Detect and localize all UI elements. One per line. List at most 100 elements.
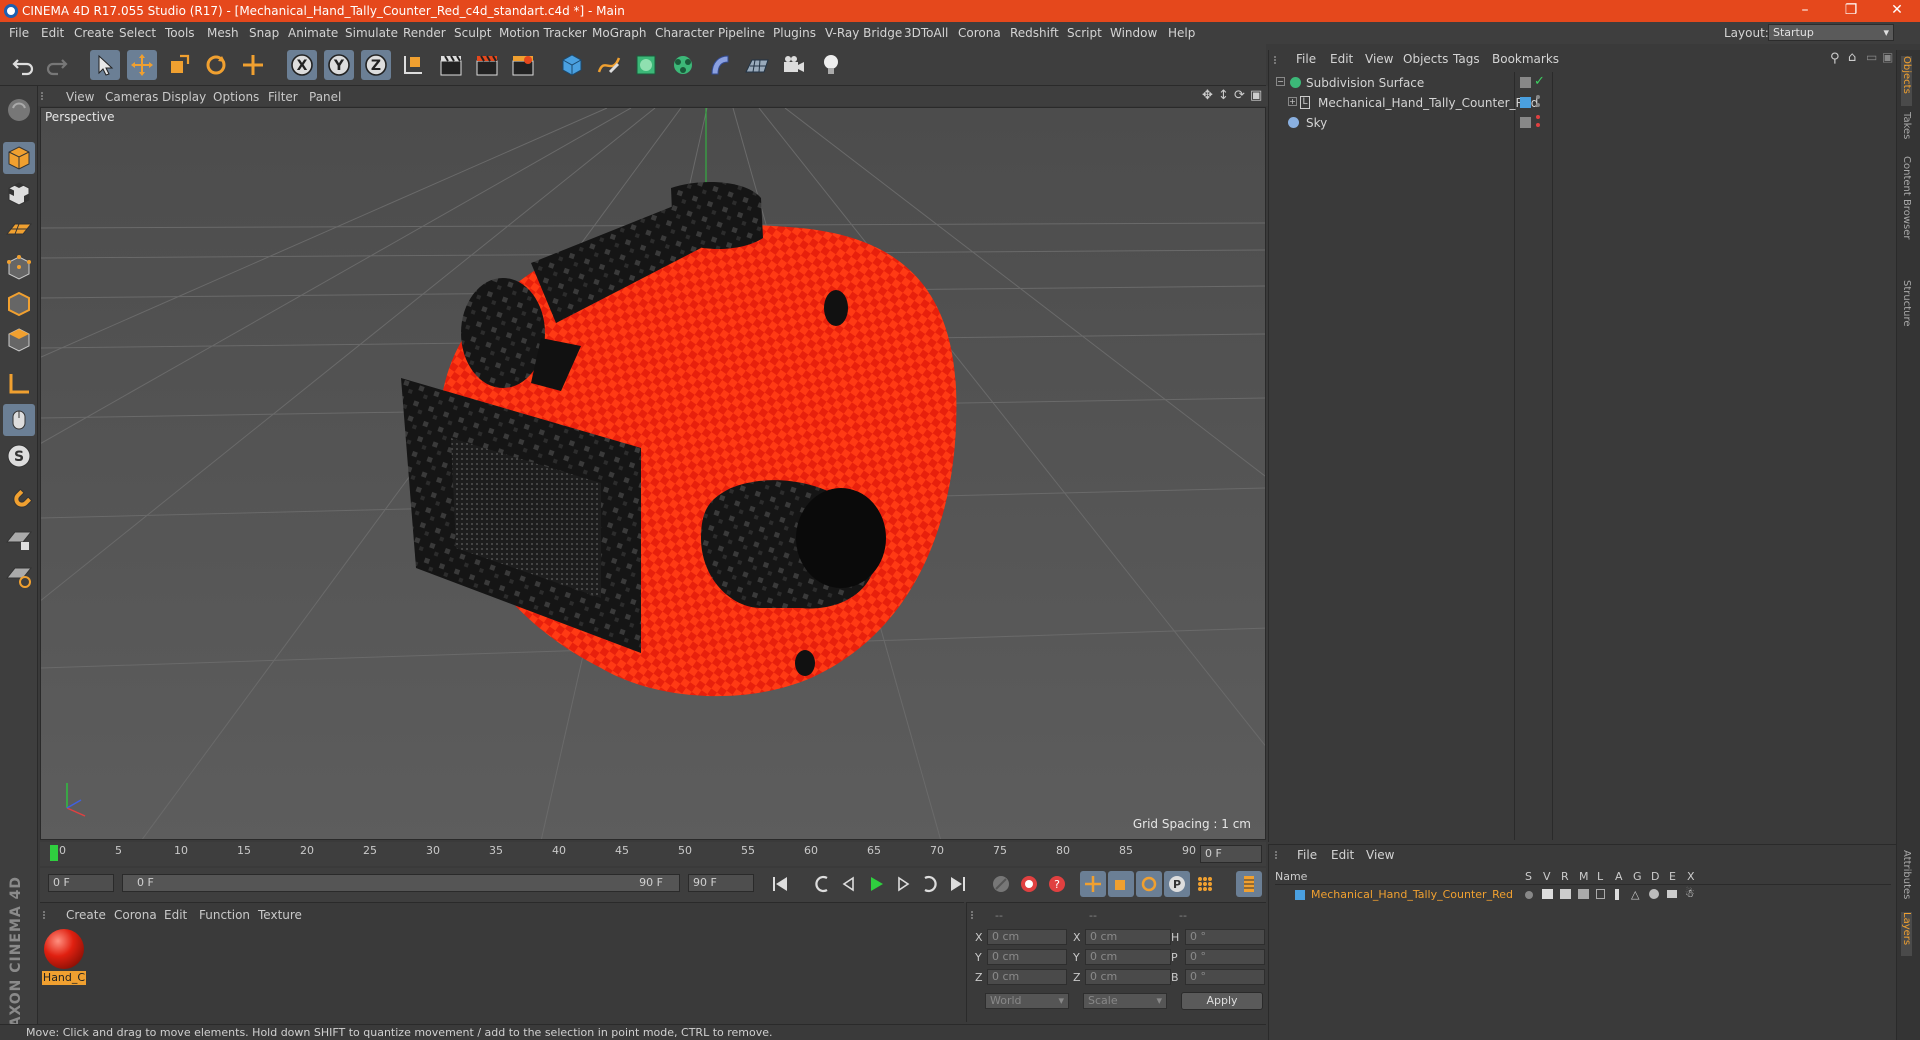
timeline-playhead[interactable] [50, 845, 58, 861]
cube-primitive-button[interactable] [557, 50, 587, 80]
timeline-window-button[interactable] [1236, 871, 1262, 897]
menu-create[interactable]: Create [74, 26, 114, 40]
menu-plugins[interactable]: Plugins [773, 26, 816, 40]
scale-key-button[interactable] [1108, 871, 1134, 897]
mat-menu-edit[interactable]: Edit [164, 908, 187, 922]
generator-toggle-icon[interactable]: △ [1631, 888, 1639, 901]
rotate-tool-button[interactable] [201, 50, 231, 80]
render-dot-icon[interactable] [1536, 103, 1540, 107]
floor-button[interactable] [742, 50, 772, 80]
viewport-move-icon[interactable]: ✥ [1202, 88, 1213, 103]
z-axis-lock-button[interactable]: Z [361, 50, 391, 80]
home-icon[interactable]: ⌂ [1848, 50, 1856, 65]
position-y-field[interactable]: 0 cm [987, 949, 1067, 965]
material-swatch[interactable]: Hand_C [42, 927, 86, 985]
obj-menu-edit[interactable]: Edit [1330, 52, 1353, 66]
size-z-field[interactable]: 0 cm [1085, 969, 1171, 985]
menu-animate[interactable]: Animate [288, 26, 338, 40]
snapping-button[interactable] [3, 486, 35, 518]
edges-mode-button[interactable] [3, 288, 35, 320]
expression-toggle-icon[interactable] [1667, 890, 1677, 898]
deformer-button[interactable] [705, 50, 735, 80]
menu-character[interactable]: Character [655, 26, 714, 40]
apply-button[interactable]: Apply [1181, 992, 1263, 1010]
render-dot-icon[interactable] [1536, 123, 1540, 127]
keyframe-selection-button[interactable]: ? [1044, 871, 1070, 897]
point-level-animation-button[interactable] [1192, 871, 1218, 897]
maximize-panel-icon[interactable]: ▣ [1882, 50, 1893, 64]
camera-button[interactable] [779, 50, 809, 80]
previous-frame-button[interactable] [836, 871, 862, 897]
menu-snap[interactable]: Snap [249, 26, 279, 40]
minimize-button[interactable]: – [1782, 0, 1828, 22]
previous-key-button[interactable] [809, 871, 835, 897]
menu-mograph[interactable]: MoGraph [592, 26, 647, 40]
subdivision-surface-button[interactable] [631, 50, 661, 80]
render-picture-viewer-button[interactable] [472, 50, 502, 80]
layer-menu-file[interactable]: File [1297, 848, 1317, 862]
viewport-rotate-icon[interactable]: ⟳ [1234, 88, 1245, 103]
rotation-h-field[interactable]: 0 ° [1185, 929, 1265, 945]
tab-attributes[interactable]: Attributes [1901, 850, 1912, 910]
menu-edit[interactable]: Edit [41, 26, 64, 40]
tab-layers[interactable]: Layers [1901, 912, 1912, 956]
render-settings-button[interactable] [508, 50, 538, 80]
layer-menu-edit[interactable]: Edit [1331, 848, 1354, 862]
visibility-dot-icon[interactable] [1536, 95, 1540, 99]
expand-icon[interactable]: + [1288, 97, 1297, 106]
search-icon[interactable]: ⚲ [1830, 51, 1840, 66]
current-frame-field[interactable]: 0 F [1200, 845, 1262, 863]
make-editable-button[interactable] [3, 94, 35, 126]
layer-row[interactable]: Mechanical_Hand_Tally_Counter_Red △ ☃ [1275, 887, 1891, 903]
coordinate-mode-select[interactable]: World ▾ [985, 993, 1069, 1009]
enable-axis-button[interactable] [3, 368, 35, 400]
menu-render[interactable]: Render [403, 26, 446, 40]
visibility-toggle-icon[interactable] [1520, 117, 1531, 128]
tab-objects[interactable]: Objects [1901, 56, 1912, 106]
viewport-maximize-icon[interactable]: ▣ [1250, 88, 1262, 103]
menu-help[interactable]: Help [1168, 26, 1195, 40]
mat-menu-texture[interactable]: Texture [258, 908, 302, 922]
mat-menu-create[interactable]: Create [66, 908, 106, 922]
restore-button[interactable]: ❐ [1828, 0, 1874, 22]
render-toggle-icon[interactable] [1560, 889, 1571, 899]
record-active-button[interactable] [988, 871, 1014, 897]
preview-range-slider[interactable]: 0 F 90 F [122, 874, 680, 892]
visibility-dot-icon[interactable] [1536, 115, 1540, 119]
locked-workplane-button[interactable] [3, 524, 35, 556]
move-tool-button[interactable] [127, 50, 157, 80]
timeline-ruler[interactable]: 0 5 10 15 20 25 30 35 40 45 50 55 60 65 … [40, 842, 1266, 866]
tweak-mode-button[interactable] [3, 404, 35, 436]
next-frame-button[interactable] [890, 871, 916, 897]
vp-menu-view[interactable]: View [66, 90, 94, 104]
layer-color-icon[interactable] [1295, 890, 1305, 900]
size-y-field[interactable]: 0 cm [1085, 949, 1171, 965]
autokey-button[interactable] [1016, 871, 1042, 897]
texture-mode-button[interactable] [3, 178, 35, 210]
viewport-camera-label[interactable]: Perspective [45, 110, 115, 124]
obj-menu-bookmarks[interactable]: Bookmarks [1492, 52, 1559, 66]
perspective-viewport[interactable]: Perspective Grid Spacing : 1 cm [40, 107, 1266, 840]
play-button[interactable] [863, 871, 889, 897]
parameter-key-button[interactable]: P [1164, 871, 1190, 897]
menu-select[interactable]: Select [119, 26, 156, 40]
undo-button[interactable] [8, 50, 38, 80]
pen-spline-button[interactable] [594, 50, 624, 80]
obj-menu-file[interactable]: File [1296, 52, 1316, 66]
cloner-button[interactable] [668, 50, 698, 80]
layer-color-icon[interactable] [1520, 97, 1531, 108]
menu-motion-tracker[interactable]: Motion Tracker [499, 26, 587, 40]
redo-button[interactable] [42, 50, 72, 80]
xref-toggle-icon[interactable]: ☃ [1685, 887, 1695, 900]
manager-toggle-icon[interactable] [1578, 889, 1589, 899]
menu-tools[interactable]: Tools [165, 26, 195, 40]
object-row-counter[interactable]: + L Mechanical_Hand_Tally_Counter_Red [1272, 94, 1652, 112]
animation-toggle-icon[interactable] [1615, 889, 1619, 900]
position-z-field[interactable]: 0 cm [987, 969, 1067, 985]
polygons-mode-button[interactable] [3, 324, 35, 356]
solo-button[interactable]: S [3, 440, 35, 472]
vp-menu-panel[interactable]: Panel [309, 90, 341, 104]
rotation-p-field[interactable]: 0 ° [1185, 949, 1265, 965]
start-frame-field[interactable]: 0 F [48, 874, 114, 892]
close-button[interactable]: ✕ [1874, 0, 1920, 22]
